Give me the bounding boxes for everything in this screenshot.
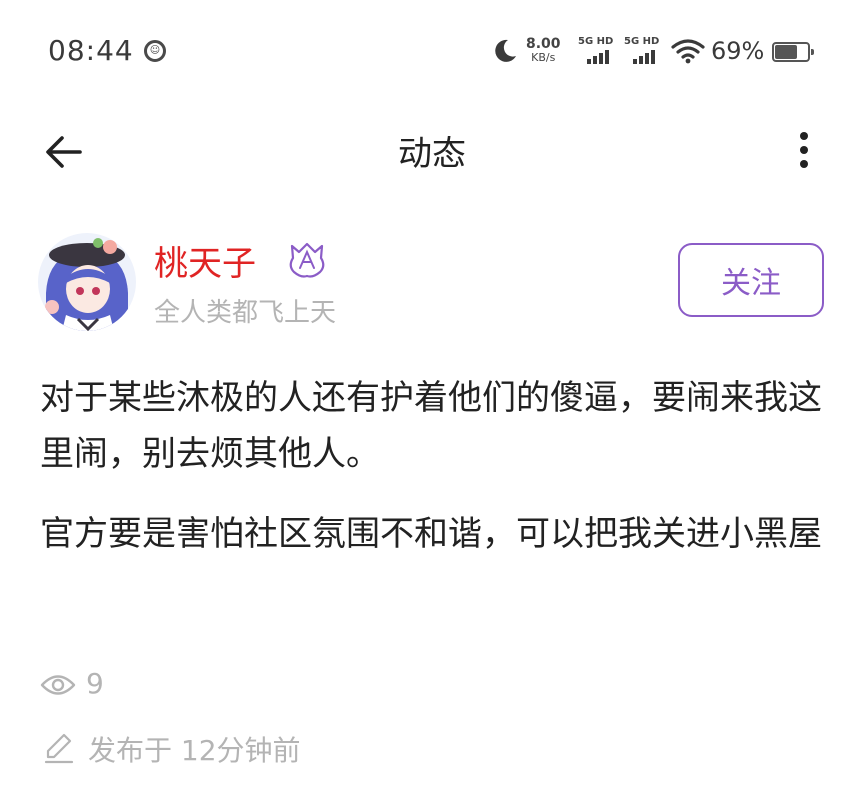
- moon-icon: [495, 39, 516, 62]
- status-time: 08:44: [48, 34, 134, 67]
- sim1-signal-icon: 5G HD: [578, 37, 618, 67]
- battery-icon: [772, 42, 814, 62]
- sim1-label: 5G HD: [578, 36, 614, 47]
- avatar-image: [38, 233, 136, 331]
- edit-pen-icon: [44, 733, 74, 764]
- net-speed: 8.00 KB/s: [526, 37, 561, 65]
- wifi-icon: [671, 39, 705, 64]
- author-name[interactable]: 桃天子: [154, 236, 256, 285]
- eye-icon: [40, 675, 76, 695]
- more-options-button[interactable]: [788, 128, 820, 172]
- battery-percent: 69%: [711, 37, 765, 65]
- published-time: 发布于 12分钟前: [88, 734, 301, 767]
- net-speed-value: 8.00: [526, 36, 561, 52]
- page-title: 动态: [398, 134, 466, 174]
- follow-button[interactable]: 关注: [678, 243, 824, 317]
- view-count: 9: [86, 667, 104, 700]
- net-speed-unit: KB/s: [531, 51, 556, 64]
- sim2-label: 5G HD: [624, 36, 660, 47]
- battery-fill: [775, 45, 798, 59]
- avatar[interactable]: [38, 233, 136, 331]
- post-content: 对于某些沐极的人还有护着他们的傻逼，要闹来我这里闹，别去烦其他人。 官方要是害怕…: [40, 370, 830, 586]
- author-bio: 全人类都飞上天: [154, 298, 337, 328]
- verified-badge-icon: [289, 242, 325, 278]
- post-paragraph: 对于某些沐极的人还有护着他们的傻逼，要闹来我这里闹，别去烦其他人。: [40, 378, 822, 474]
- sim2-signal-icon: 5G HD: [624, 37, 664, 67]
- notification-icon: ☺: [144, 40, 166, 62]
- post-paragraph: 官方要是害怕社区氛围不和谐，可以把我关进小黑屋: [40, 514, 822, 554]
